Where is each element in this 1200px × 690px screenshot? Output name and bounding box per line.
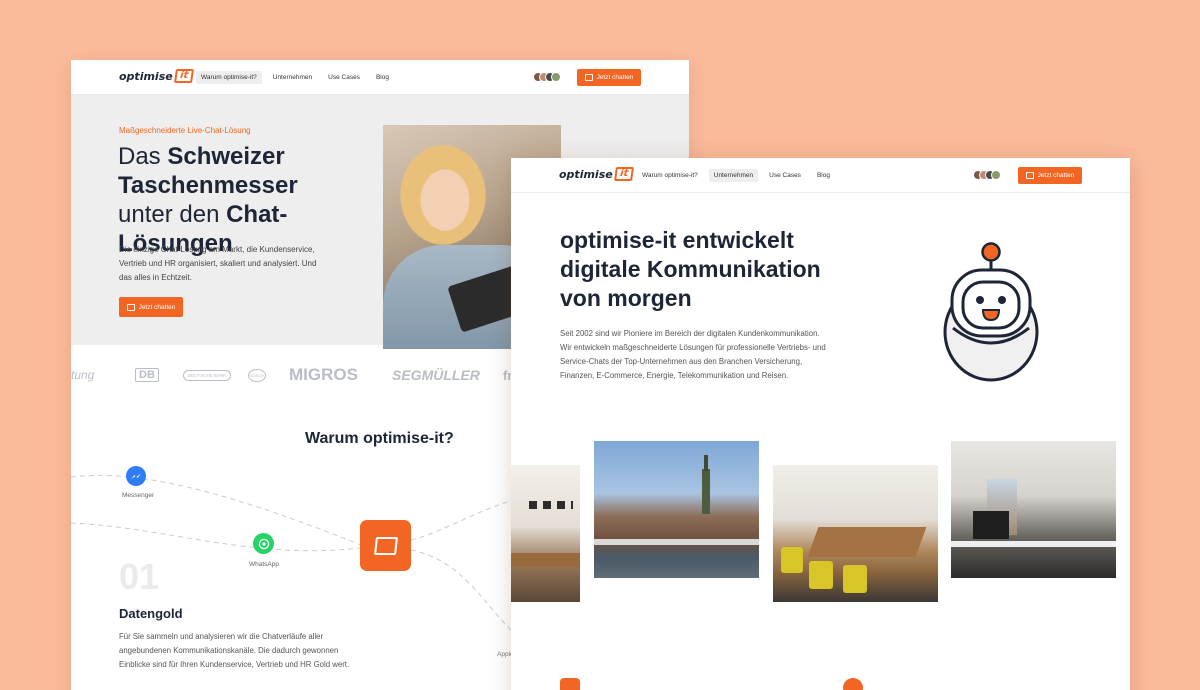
company-paragraph: Seit 2002 sind wir Pioniere im Bereich d… bbox=[560, 329, 826, 380]
photo-table bbox=[807, 527, 927, 557]
client-logo-deutsche-bank: DEUTSCHE BANK bbox=[183, 369, 232, 381]
photo-table bbox=[511, 553, 580, 567]
office-photo-workspace bbox=[951, 441, 1116, 578]
office-photo-meeting-room bbox=[773, 465, 938, 602]
photo-monitor bbox=[973, 511, 1009, 539]
front-nav-item-blog[interactable]: Blog bbox=[812, 169, 835, 182]
central-chat-icon bbox=[360, 520, 411, 571]
feature-title: Datengold bbox=[119, 606, 183, 621]
photo-lamps bbox=[529, 501, 573, 509]
photo-chair bbox=[809, 561, 833, 589]
back-nav-item-unternehmen[interactable]: Unternehmen bbox=[268, 71, 317, 84]
hero-title-part: Das bbox=[118, 143, 168, 170]
company-title: optimise-it entwickelt digitale Kommunik… bbox=[560, 227, 821, 311]
front-window: optimise it Warum optimise-it? Unternehm… bbox=[511, 158, 1130, 690]
front-nav-item-warum[interactable]: Warum optimise-it? bbox=[637, 169, 703, 182]
back-logo[interactable]: optimise it bbox=[119, 69, 194, 83]
avatar bbox=[551, 72, 561, 82]
messenger-bolt-glyph bbox=[131, 473, 141, 479]
avatar bbox=[991, 170, 1001, 180]
client-logo-bosch: BOSCH bbox=[248, 368, 267, 382]
back-logo-badge: it bbox=[173, 69, 194, 83]
back-nav-chat-button[interactable]: Jetzt chatten bbox=[577, 69, 641, 86]
photo-chair bbox=[781, 547, 803, 573]
photo-chair bbox=[843, 565, 867, 593]
back-nav-menu: Warum optimise-it? Unternehmen Use Cases… bbox=[196, 71, 400, 84]
back-navbar: optimise it Warum optimise-it? Unternehm… bbox=[71, 60, 689, 95]
client-logo: tung bbox=[71, 368, 95, 382]
front-nav-item-use-cases[interactable]: Use Cases bbox=[764, 169, 806, 182]
messenger-icon bbox=[126, 466, 146, 486]
front-team-avatars bbox=[973, 170, 1001, 180]
hero-title: Das Schweizer Taschenmesser unter den Ch… bbox=[118, 142, 358, 258]
front-logo[interactable]: optimise it bbox=[559, 167, 634, 181]
front-nav-menu: Warum optimise-it? Unternehmen Use Cases… bbox=[637, 169, 841, 182]
back-nav-item-warum[interactable]: Warum optimise-it? bbox=[196, 71, 262, 84]
chat-icon bbox=[560, 678, 580, 690]
feature-text: Für Sie sammeln und analysieren wir die … bbox=[119, 632, 350, 669]
front-nav-item-unternehmen[interactable]: Unternehmen bbox=[708, 169, 759, 182]
whatsapp-phone-glyph bbox=[258, 538, 269, 549]
office-photo-canteen bbox=[511, 465, 580, 602]
chat-icon bbox=[373, 536, 398, 555]
client-logo-migros: MIGROS bbox=[289, 365, 358, 384]
hero-title-part: unter den bbox=[118, 201, 227, 228]
back-nav-chat-label: Jetzt chatten bbox=[596, 74, 634, 81]
hero-eyebrow: Maßgeschneiderte Live-Chat-Lösung bbox=[119, 126, 251, 135]
photo-desk bbox=[951, 541, 1116, 547]
hero-chat-label: Jetzt chatten bbox=[138, 303, 176, 311]
photo-bridge bbox=[594, 539, 759, 545]
client-logo-db: DB bbox=[135, 368, 159, 382]
back-nav-item-blog[interactable]: Blog bbox=[371, 71, 394, 84]
front-navbar: optimise it Warum optimise-it? Unternehm… bbox=[511, 158, 1130, 193]
robot-mascot-icon bbox=[943, 242, 1039, 382]
chat-icon bbox=[1025, 172, 1034, 179]
whatsapp-icon bbox=[253, 533, 274, 554]
front-nav-chat-label: Jetzt chatten bbox=[1037, 172, 1075, 179]
hero-paragraph: Die einzige Chat-Lösung am Markt, die Ku… bbox=[119, 245, 317, 282]
front-nav-chat-button[interactable]: Jetzt chatten bbox=[1018, 167, 1082, 184]
feature-number: 01 bbox=[119, 556, 160, 597]
chat-icon bbox=[584, 74, 593, 81]
messenger-label: Messenger bbox=[122, 492, 155, 499]
client-logo-segmueller: SEGMÜLLER bbox=[392, 367, 480, 383]
back-logo-text: optimise bbox=[119, 69, 173, 83]
feature-icon bbox=[843, 678, 863, 690]
hamburg-skyline-photo bbox=[594, 441, 759, 578]
front-logo-text: optimise bbox=[559, 167, 613, 181]
hero-chat-button[interactable]: Jetzt chatten bbox=[119, 297, 183, 317]
whatsapp-label: WhatsApp bbox=[249, 561, 279, 568]
front-logo-badge: it bbox=[613, 167, 634, 181]
photo-tower-spire bbox=[704, 455, 708, 471]
photo-tower bbox=[702, 469, 710, 514]
chat-icon bbox=[126, 303, 135, 311]
back-nav-item-use-cases[interactable]: Use Cases bbox=[323, 71, 365, 84]
back-team-avatars bbox=[533, 72, 561, 82]
